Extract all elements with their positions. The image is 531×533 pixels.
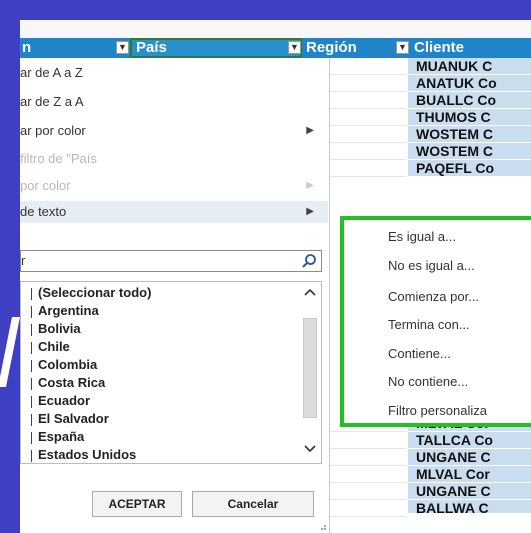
menu-sort-by-color-label: ar por color [20, 123, 86, 138]
list-item[interactable]: Ecuador [21, 392, 301, 410]
submenu-not-equals[interactable]: No es igual a... [388, 257, 475, 275]
client-cell[interactable]: BUALLC Co [408, 92, 531, 109]
checkbox[interactable] [21, 395, 32, 408]
checkbox[interactable] [21, 341, 32, 354]
menu-sort-a-z[interactable]: ar de A a Z [20, 62, 328, 84]
header-cliente-label: Cliente [414, 39, 465, 56]
header-pais-label: País [136, 39, 167, 56]
client-cell[interactable]: MUANUK C [408, 58, 531, 75]
checkbox[interactable] [21, 431, 32, 444]
checkbox[interactable] [21, 305, 32, 318]
list-item-label: España [38, 429, 85, 444]
list-item[interactable]: Estados Unidos [21, 446, 301, 463]
client-cell[interactable]: WOSTEM C [408, 126, 531, 143]
client-cell[interactable]: UNGANE C [408, 483, 531, 500]
search-input-text: r [21, 253, 26, 268]
list-item[interactable]: Argentina [21, 302, 301, 320]
scroll-up-icon[interactable] [304, 288, 316, 296]
menu-sort-by-color[interactable]: ar por color ▶ [20, 120, 328, 142]
search-input[interactable]: r [20, 250, 322, 272]
client-cell[interactable]: UNGANE C [408, 449, 531, 466]
list-item-label: Chile [38, 339, 70, 354]
submenu-custom-filter[interactable]: Filtro personaliza [388, 402, 487, 420]
menu-filter-by-color: por color ▶ [20, 175, 328, 197]
checkbox[interactable] [21, 377, 32, 390]
list-item[interactable]: España [21, 428, 301, 446]
column-letters-bar [20, 20, 531, 38]
header-col-a-label: n [22, 39, 32, 56]
list-item-label: Costa Rica [38, 375, 106, 390]
col-a-filter-dropdown[interactable]: ▼ [116, 41, 129, 54]
client-cell[interactable]: MLVAL Cor [408, 466, 531, 483]
submenu-arrow-icon: ▶ [306, 180, 314, 191]
header-region: Región [306, 38, 396, 58]
list-item-label: Argentina [38, 303, 99, 318]
menu-text-filters[interactable]: de texto ▶ [20, 201, 328, 223]
checkbox[interactable] [21, 287, 32, 300]
client-cell[interactable]: THUMOS C [408, 109, 531, 126]
client-cell[interactable]: ANATUK Co [408, 75, 531, 92]
menu-clear-filter: filtro de "País [20, 148, 328, 170]
search-icon [302, 254, 316, 268]
menu-sort-a-z-label: ar de A a Z [20, 65, 83, 80]
list-item-label: El Salvador [38, 411, 109, 426]
cancel-button[interactable]: Cancelar [192, 491, 314, 517]
table-header-row: n ▼ País ▼ Región ▼ Cliente [20, 38, 531, 58]
submenu-equals[interactable]: Es igual a... [388, 228, 456, 246]
list-item-label: Ecuador [38, 393, 91, 408]
list-item[interactable]: Colombia [21, 356, 301, 374]
decorative-slash-icon [0, 317, 20, 387]
scrollbar-thumb[interactable] [303, 318, 317, 418]
list-item-label: Estados Unidos [38, 447, 137, 462]
list-item-label: Colombia [38, 357, 98, 372]
menu-filter-by-color-label: por color [20, 178, 71, 193]
submenu-does-not-contain[interactable]: No contiene... [388, 373, 468, 391]
list-item-label: (Seleccionar todo) [38, 285, 152, 300]
submenu-arrow-icon: ▶ [306, 125, 314, 136]
excel-window: n ▼ País ▼ Región ▼ Cliente te te e e e … [20, 20, 531, 533]
submenu-contains[interactable]: Contiene... [388, 345, 451, 363]
text-filters-submenu: Es igual a... No es igual a... Comienza … [340, 216, 531, 427]
list-item-label: Bolivia [38, 321, 81, 336]
checkbox[interactable] [21, 323, 32, 336]
checkbox[interactable] [21, 449, 32, 462]
client-cell[interactable]: BALLWA C [408, 500, 531, 514]
menu-text-filters-label: de texto [20, 204, 67, 219]
header-region-label: Región [306, 39, 357, 56]
list-item[interactable]: (Seleccionar todo) [21, 284, 301, 302]
submenu-arrow-icon: ▶ [306, 206, 314, 217]
client-cell[interactable]: TALLCA Co [408, 432, 531, 449]
client-cell[interactable]: WOSTEM C [408, 143, 531, 160]
list-item[interactable]: Costa Rica [21, 374, 301, 392]
header-col-a: n [20, 38, 116, 58]
pais-filter-dropdown[interactable]: ▼ [288, 41, 301, 54]
checkbox[interactable] [21, 413, 32, 426]
filter-value-list: (Seleccionar todo) Argentina Bolivia Chi… [20, 281, 322, 464]
header-cliente: Cliente [414, 38, 531, 58]
filter-dropdown-menu: ar de A a Z ar de Z a A ar por color ▶ f… [20, 58, 330, 533]
submenu-begins-with[interactable]: Comienza por... [388, 288, 479, 306]
submenu-ends-with[interactable]: Termina con... [388, 316, 470, 334]
list-item[interactable]: Bolivia [21, 320, 301, 338]
menu-sort-z-a[interactable]: ar de Z a A [20, 91, 328, 113]
menu-sort-z-a-label: ar de Z a A [20, 94, 84, 109]
list-scrollbar[interactable] [301, 284, 319, 461]
ok-button[interactable]: ACEPTAR [92, 491, 182, 517]
list-item[interactable]: El Salvador [21, 410, 301, 428]
scroll-down-icon[interactable] [304, 445, 316, 453]
region-filter-dropdown[interactable]: ▼ [396, 41, 409, 54]
client-cell[interactable]: PAQEFL Co [408, 160, 531, 177]
checkbox[interactable] [21, 359, 32, 372]
list-item[interactable]: Chile [21, 338, 301, 356]
resize-grip-icon[interactable] [317, 521, 327, 531]
menu-clear-filter-label: filtro de "País [20, 151, 97, 166]
header-pais: País [130, 38, 302, 58]
